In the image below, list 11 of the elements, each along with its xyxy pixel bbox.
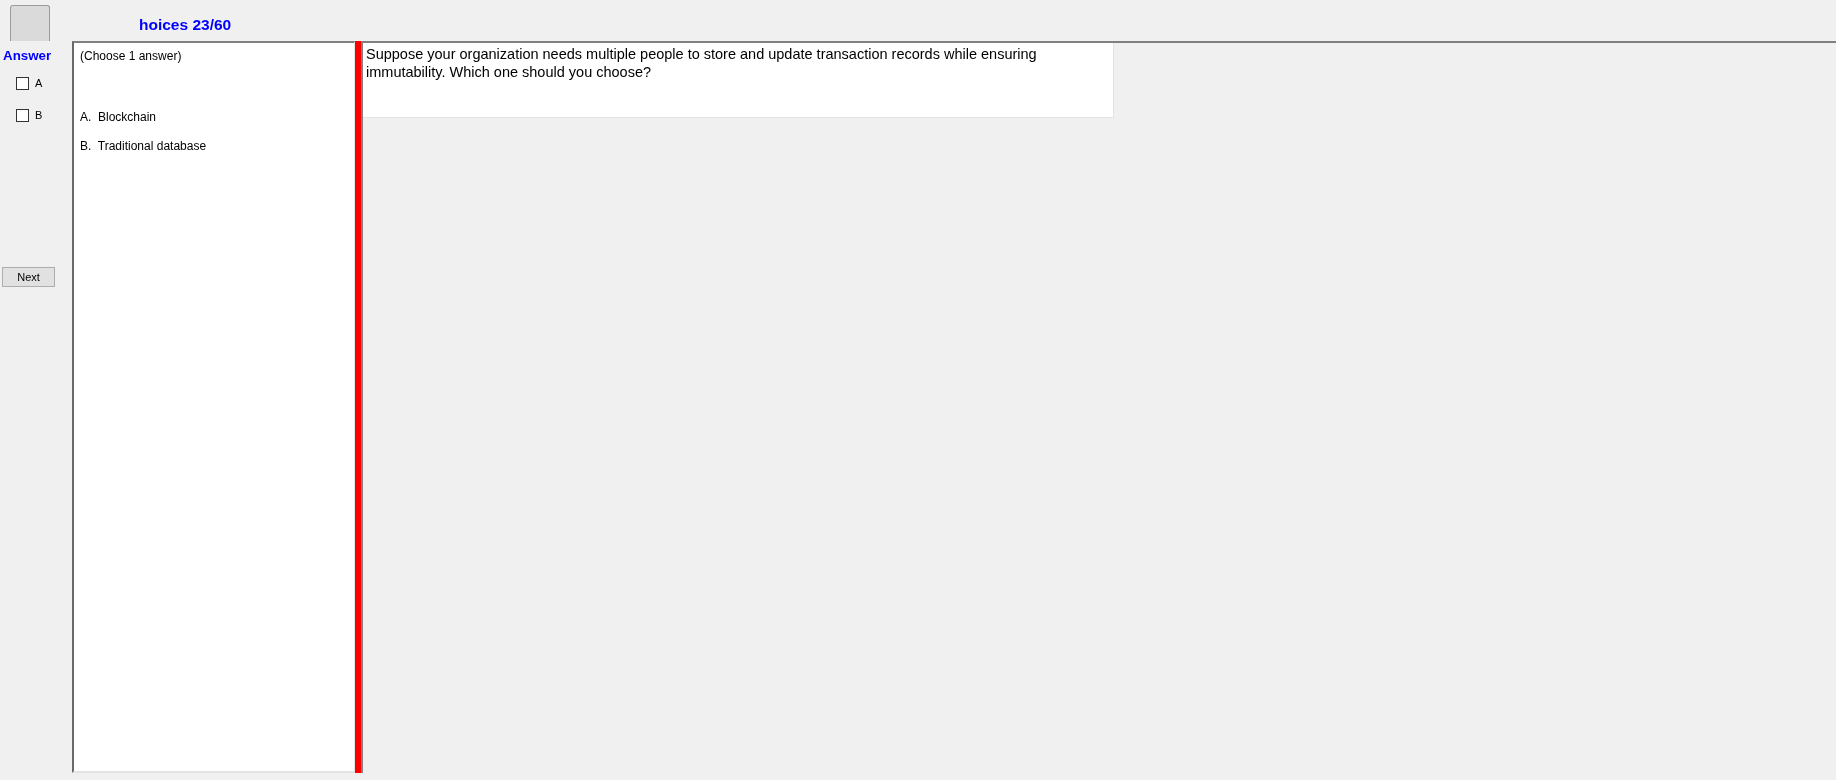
answer-label: Answer — [3, 48, 52, 64]
option-letter: B — [35, 109, 43, 122]
choice-text: B. Traditional database — [80, 139, 207, 153]
choice-text: A. Blockchain — [80, 110, 157, 124]
next-button[interactable]: Next — [2, 267, 55, 287]
option-letter: A — [35, 77, 43, 90]
answer-checkbox[interactable] — [16, 109, 29, 122]
instruction-text: (Choose 1 answer) — [80, 49, 182, 63]
question-text: Suppose your organization needs multiple people to store and update transaction records while ensuring immutability. Which one should you choose? — [366, 46, 1037, 80]
question-counter: hoices 23/60 — [139, 16, 232, 33]
answer-checkbox[interactable] — [16, 77, 29, 90]
